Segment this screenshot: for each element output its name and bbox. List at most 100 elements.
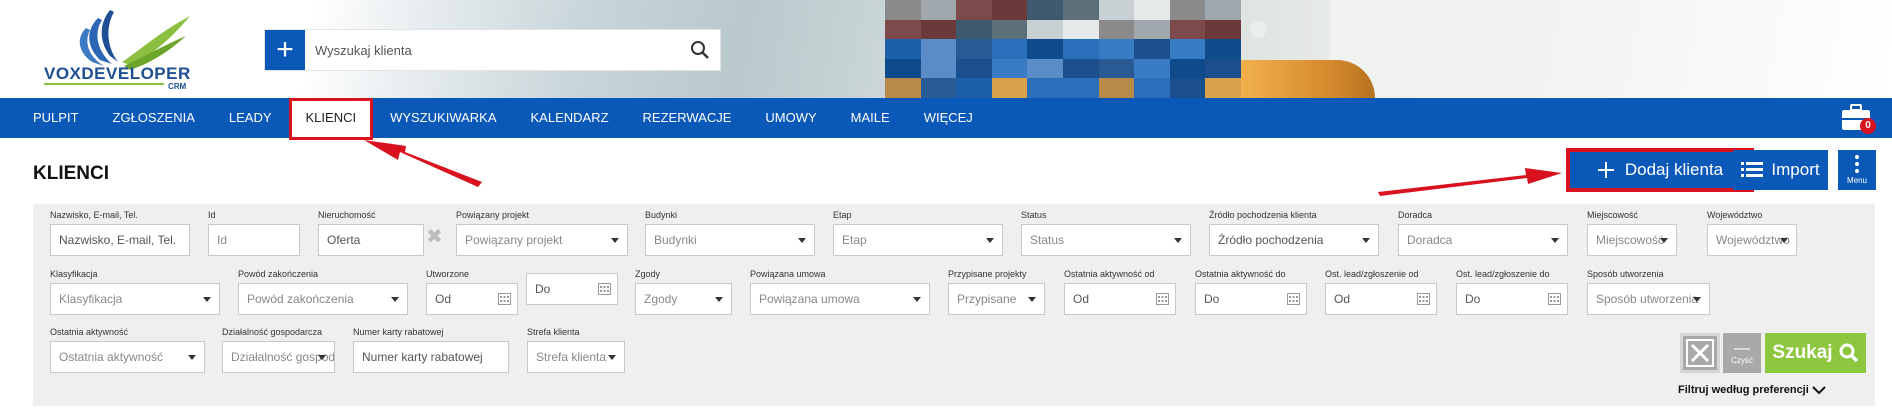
status-select[interactable]: Status <box>1021 224 1191 256</box>
client-zone-select[interactable]: Strefa klienta <box>527 341 625 373</box>
creation-method-select[interactable]: Sposób utworzenia <box>1587 283 1710 315</box>
filter-label: Przypisane projekty <box>948 269 1027 279</box>
calendar-icon[interactable] <box>1287 293 1300 305</box>
nav-item-rezerwacje[interactable]: REZERWACJE <box>626 98 749 138</box>
clear-property-icon[interactable]: ✖ <box>426 224 443 249</box>
blurred-image-pixel <box>1169 39 1206 59</box>
nav-item-zgloszenia[interactable]: ZGŁOSZENIA <box>96 98 212 138</box>
business-select[interactable]: Działalność gospodarcza <box>222 341 335 373</box>
blurred-image-pixel <box>991 58 1028 79</box>
buildings-select[interactable]: Budynki <box>645 224 815 256</box>
more-menu-button[interactable]: Menu <box>1838 150 1876 190</box>
blurred-image-pixel <box>920 39 957 59</box>
filter-label: Id <box>208 210 216 220</box>
filter-property: Nieruchomość Oferta <box>318 210 424 256</box>
source-select[interactable]: Źródło pochodzenia <box>1209 224 1379 256</box>
main-nav: PULPIT ZGŁOSZENIA LEADY KLIENCI WYSZUKIW… <box>0 98 1892 140</box>
calendar-icon[interactable] <box>498 293 511 305</box>
nav-item-maile[interactable]: MAILE <box>834 98 907 138</box>
filter-contract: Powiązana umowa Powiązana umowa <box>750 269 930 315</box>
filter-label: Województwo <box>1707 210 1763 220</box>
search-input[interactable] <box>305 30 680 70</box>
advisor-select[interactable]: Doradca <box>1398 224 1568 256</box>
assigned-projects-select[interactable]: Przypisane <box>948 283 1045 315</box>
filter-label: Nieruchomość <box>318 210 376 220</box>
blurred-image-pixel <box>956 78 992 98</box>
blurred-image-pixel <box>1062 58 1099 79</box>
filter-discount-card: Numer karty rabatowej Numer karty rabato… <box>353 327 509 373</box>
calendar-icon[interactable] <box>1548 293 1561 305</box>
blurred-image-pixel <box>1205 39 1241 59</box>
plus-icon <box>1597 162 1614 178</box>
filter-creation-method: Sposób utworzenia Sposób utworzenia <box>1587 269 1710 315</box>
import-label: Import <box>1771 160 1820 179</box>
filter-preferences-toggle[interactable]: Filtruj według preferencji <box>1678 384 1826 396</box>
created-from-input[interactable]: Od <box>426 283 518 315</box>
discount-card-input[interactable]: Numer karty rabatowej <box>353 341 509 373</box>
activity-to-input[interactable]: Do <box>1195 283 1307 315</box>
blurred-image-pixel <box>1027 0 1063 20</box>
filter-name: Nazwisko, E-mail, Tel. Nazwisko, E-mail,… <box>50 210 190 256</box>
blurred-image-pixel <box>1098 19 1135 40</box>
search-button[interactable]: Szukaj <box>1765 333 1866 373</box>
search-icon[interactable] <box>680 30 720 70</box>
nav-item-pulpit[interactable]: PULPIT <box>16 98 96 138</box>
filter-label: Ostatnia aktywność <box>50 327 129 337</box>
name-email-phone-input[interactable]: Nazwisko, E-mail, Tel. <box>50 224 190 256</box>
filter-client-zone: Strefa klienta Strefa klienta <box>527 327 625 373</box>
clear-label: Czyść <box>1731 355 1753 365</box>
blurred-image-pixel <box>1134 39 1170 59</box>
nav-item-klienci[interactable]: KLIENCI <box>288 98 374 140</box>
blurred-image-pixel <box>1134 19 1170 40</box>
calendar-icon[interactable] <box>1156 293 1169 305</box>
last-activity-select[interactable]: Ostatnia aktywność <box>50 341 205 373</box>
add-client-label: Dodaj klienta <box>1624 160 1724 179</box>
filter-label: Ostatnia aktywność do <box>1195 269 1286 279</box>
list-icon <box>1741 162 1764 177</box>
filter-source: Źródło pochodzenia klienta Źródło pochod… <box>1209 210 1379 256</box>
blurred-image-pixel <box>1205 58 1241 79</box>
filter-label: Działalność gospodarcza <box>222 327 323 337</box>
logo-text: VOXDEVELOPER <box>44 64 191 83</box>
close-reason-select[interactable]: Powód zakończenia <box>238 283 408 315</box>
blurred-image-pixel <box>1062 78 1099 98</box>
clear-button[interactable]: — Czyść <box>1723 333 1761 373</box>
blurred-image-pixel <box>1062 39 1099 59</box>
lead-to-input[interactable]: Do <box>1456 283 1568 315</box>
blurred-image-pixel <box>991 39 1028 59</box>
import-button[interactable]: Import <box>1733 150 1828 190</box>
add-client-button[interactable]: Dodaj klienta <box>1566 148 1754 192</box>
calendar-icon[interactable] <box>598 283 611 295</box>
logo-crm: CRM <box>168 82 187 91</box>
consents-select[interactable]: Zgody <box>635 283 732 315</box>
calendar-icon[interactable] <box>1417 293 1430 305</box>
id-input[interactable]: Id <box>208 224 300 256</box>
blurred-image-pixel <box>1205 78 1241 98</box>
nav-item-wiecej[interactable]: WIĘCEJ <box>907 98 990 138</box>
contract-select[interactable]: Powiązana umowa <box>750 283 930 315</box>
nav-item-umowy[interactable]: UMOWY <box>748 98 833 138</box>
nav-item-leady[interactable]: LEADY <box>212 98 289 138</box>
city-select[interactable]: Miejscowość <box>1587 224 1677 256</box>
filter-voivodeship: Województwo Województwo <box>1707 210 1797 256</box>
filter-stage: Etap Etap <box>833 210 1003 256</box>
quick-add-button[interactable]: + <box>265 30 305 70</box>
reset-filters-button[interactable] <box>1680 333 1720 373</box>
filter-label: Numer karty rabatowej <box>353 327 444 337</box>
voivodeship-select[interactable]: Województwo <box>1707 224 1797 256</box>
blurred-image-pixel <box>956 39 992 59</box>
property-input[interactable]: Oferta <box>318 224 424 256</box>
project-select[interactable]: Powiązany projekt <box>456 224 628 256</box>
created-to-input[interactable]: Do <box>526 273 618 305</box>
filter-label: Nazwisko, E-mail, Tel. <box>50 210 138 220</box>
activity-from-input[interactable]: Od <box>1064 283 1176 315</box>
nav-item-wyszukiwarka[interactable]: WYSZUKIWARKA <box>373 98 513 138</box>
nav-item-kalendarz[interactable]: KALENDARZ <box>514 98 626 138</box>
blurred-image-pixel <box>1098 78 1135 98</box>
filter-id: Id Id <box>208 210 300 256</box>
filter-created-from: Utworzone Od <box>426 269 518 315</box>
filter-label: Budynki <box>645 210 678 220</box>
lead-from-input[interactable]: Od <box>1325 283 1437 315</box>
stage-select[interactable]: Etap <box>833 224 1003 256</box>
classification-select[interactable]: Klasyfikacja <box>50 283 220 315</box>
